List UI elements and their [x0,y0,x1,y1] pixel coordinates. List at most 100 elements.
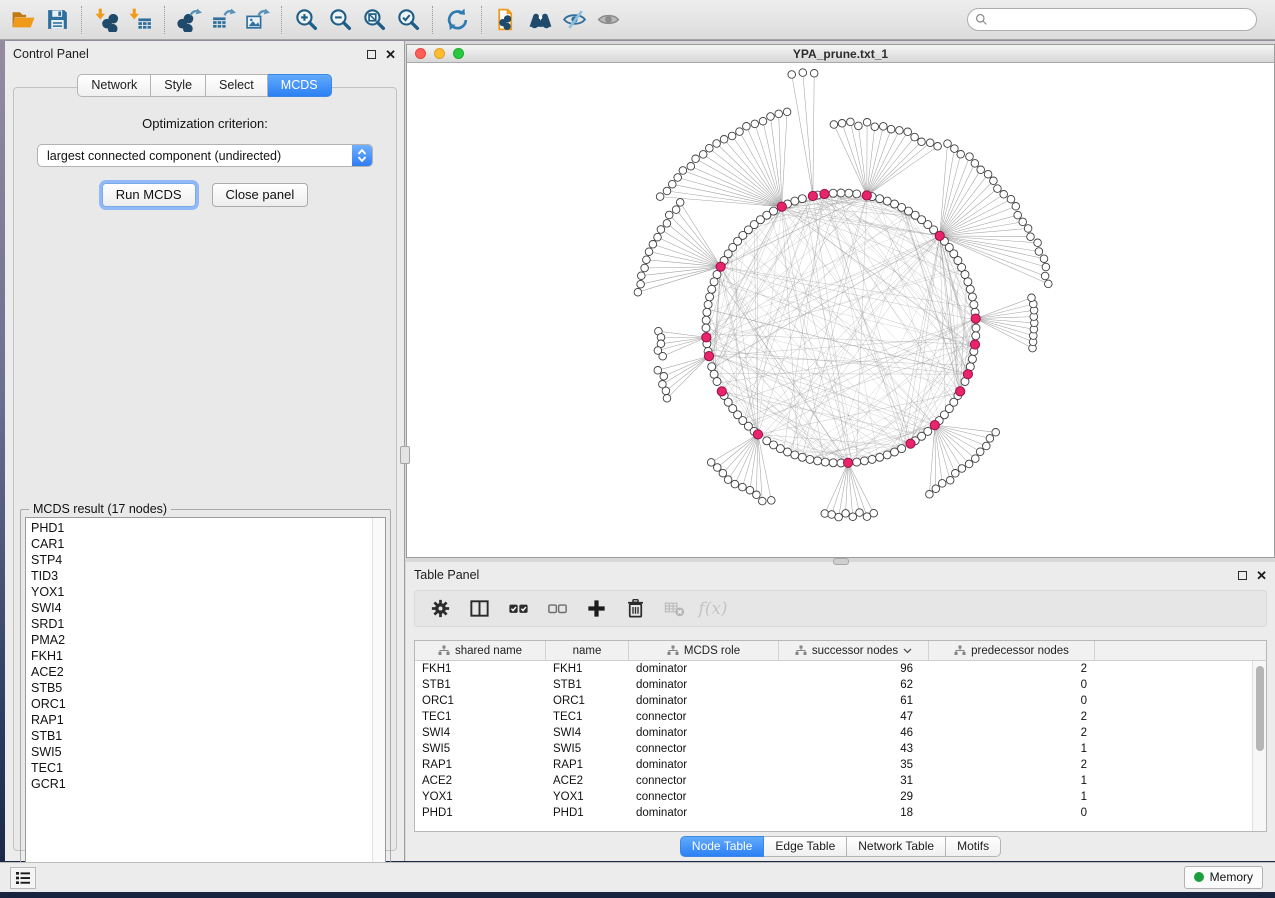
network-window-titlebar[interactable]: YPA_prune.txt_1 [407,45,1274,63]
mcds-result-item[interactable]: CAR1 [31,536,385,552]
optimization-criterion-select[interactable]: largest connected component (undirected) [37,144,373,167]
table-row[interactable]: SWI4SWI4dominator462 [415,725,1252,741]
search-input[interactable] [988,10,1256,29]
cell-name: TEC1 [546,709,629,725]
table-row[interactable]: ORC1ORC1dominator610 [415,693,1252,709]
table-scrollbar[interactable] [1252,661,1266,831]
open-folder-button[interactable] [6,4,40,36]
cell-MCDS-role: dominator [629,693,779,709]
settings-gear-button[interactable] [425,594,455,624]
cell-successor-nodes: 43 [779,741,929,757]
zoom-fit-button[interactable] [357,4,391,36]
control-panel-header: Control Panel ✕ [5,41,404,67]
run-mcds-button[interactable]: Run MCDS [102,183,196,207]
table-row[interactable]: PHD1PHD1dominator180 [415,805,1252,821]
memory-button[interactable]: Memory [1184,866,1263,889]
zoom-in-button[interactable] [289,4,323,36]
table-scrollbar-thumb[interactable] [1256,666,1264,751]
network-canvas[interactable] [407,63,1274,557]
import-table-button[interactable] [123,4,157,36]
save-button[interactable] [40,4,74,36]
mcds-result-item[interactable]: SWI4 [31,600,385,616]
close-panel-icon[interactable]: ✕ [385,48,396,61]
memory-label: Memory [1210,870,1253,884]
cell-shared-name: ORC1 [415,693,546,709]
column-header-name[interactable]: name [546,641,629,660]
tab-edge-table[interactable]: Edge Table [764,836,847,857]
mcds-result-item[interactable]: PHD1 [31,520,385,536]
mcds-result-item[interactable]: YOX1 [31,584,385,600]
mcds-result-item[interactable]: STB5 [31,680,385,696]
show-panel-eye-button[interactable] [591,4,625,36]
tab-style[interactable]: Style [151,74,206,97]
table-row[interactable]: RAP1RAP1dominator352 [415,757,1252,773]
show-panels-button[interactable] [10,867,36,889]
binoculars-button[interactable] [523,4,557,36]
cell-shared-name: RAP1 [415,757,546,773]
tab-select[interactable]: Select [206,74,268,97]
column-header-MCDS-role[interactable]: MCDS role [629,641,779,660]
mcds-result-item[interactable]: ACE2 [31,664,385,680]
table-row[interactable]: TEC1TEC1connector472 [415,709,1252,725]
main-toolbar [0,0,1275,40]
hide-panel-eye-button[interactable] [557,4,591,36]
import-network-button[interactable] [89,4,123,36]
tab-network[interactable]: Network [77,74,151,97]
mcds-result-item[interactable]: RAP1 [31,712,385,728]
mcds-result-item[interactable]: ORC1 [31,696,385,712]
cell-MCDS-role: dominator [629,677,779,693]
mcds-result-item[interactable]: GCR1 [31,776,385,792]
undock-panel-icon[interactable] [367,50,376,59]
toolbar-separator [281,6,282,34]
close-table-panel-icon[interactable]: ✕ [1256,569,1267,582]
search-icon [975,13,988,26]
tab-node-table[interactable]: Node Table [680,836,765,857]
mcds-result-item[interactable]: TEC1 [31,760,385,776]
select-all-button[interactable] [503,594,533,624]
tab-motifs[interactable]: Motifs [946,836,1001,857]
tab-mcds[interactable]: MCDS [268,74,332,97]
panel-splitter-handle[interactable] [400,446,410,464]
column-label: shared name [455,645,522,657]
table-row[interactable]: YOX1YOX1connector291 [415,789,1252,805]
workspace-area: YPA_prune.txt_1 Table Panel ✕ f(x) share… [405,41,1275,861]
mcds-result-item[interactable]: SWI5 [31,744,385,760]
close-panel-button[interactable]: Close panel [212,183,309,207]
table-row[interactable]: ACE2ACE2connector311 [415,773,1252,789]
mcds-result-item[interactable]: STB1 [31,728,385,744]
cell-name: SWI4 [546,725,629,741]
mcds-result-item[interactable]: FKH1 [31,648,385,664]
cell-shared-name: SWI4 [415,725,546,741]
clone-network-button[interactable] [489,4,523,36]
add-column-button[interactable] [581,594,611,624]
mcds-result-item[interactable]: TID3 [31,568,385,584]
table-row[interactable]: FKH1FKH1dominator962 [415,661,1252,677]
tab-network-table[interactable]: Network Table [847,836,946,857]
export-network-button[interactable] [172,4,206,36]
table-row[interactable]: STB1STB1dominator620 [415,677,1252,693]
mcds-result-item[interactable]: STP4 [31,552,385,568]
open-folder-icon [11,7,36,32]
table-row[interactable]: SWI5SWI5connector431 [415,741,1252,757]
column-header-successor-nodes[interactable]: successor nodes [779,641,929,660]
mcds-result-item[interactable]: SRD1 [31,616,385,632]
export-table-button[interactable] [206,4,240,36]
cell-shared-name: FKH1 [415,661,546,677]
table-panel-splitter-handle[interactable] [833,558,849,565]
undock-table-panel-icon[interactable] [1238,571,1247,580]
refresh-button[interactable] [440,4,474,36]
cell-shared-name: ACE2 [415,773,546,789]
delete-column-button[interactable] [620,594,650,624]
column-layout-button[interactable] [464,594,494,624]
column-header-shared-name[interactable]: shared name [415,641,546,660]
zoom-selected-button[interactable] [391,4,425,36]
mcds-list-scrollbar[interactable] [372,518,385,875]
column-header-predecessor-nodes[interactable]: predecessor nodes [929,641,1095,660]
zoom-out-button[interactable] [323,4,357,36]
mcds-result-list[interactable]: PHD1CAR1STP4TID3YOX1SWI4SRD1PMA2FKH1ACE2… [25,517,386,876]
search-box[interactable] [967,8,1257,31]
export-image-button[interactable] [240,4,274,36]
deselect-all-button[interactable] [542,594,572,624]
zoom-selected-icon [396,7,421,32]
mcds-result-item[interactable]: PMA2 [31,632,385,648]
